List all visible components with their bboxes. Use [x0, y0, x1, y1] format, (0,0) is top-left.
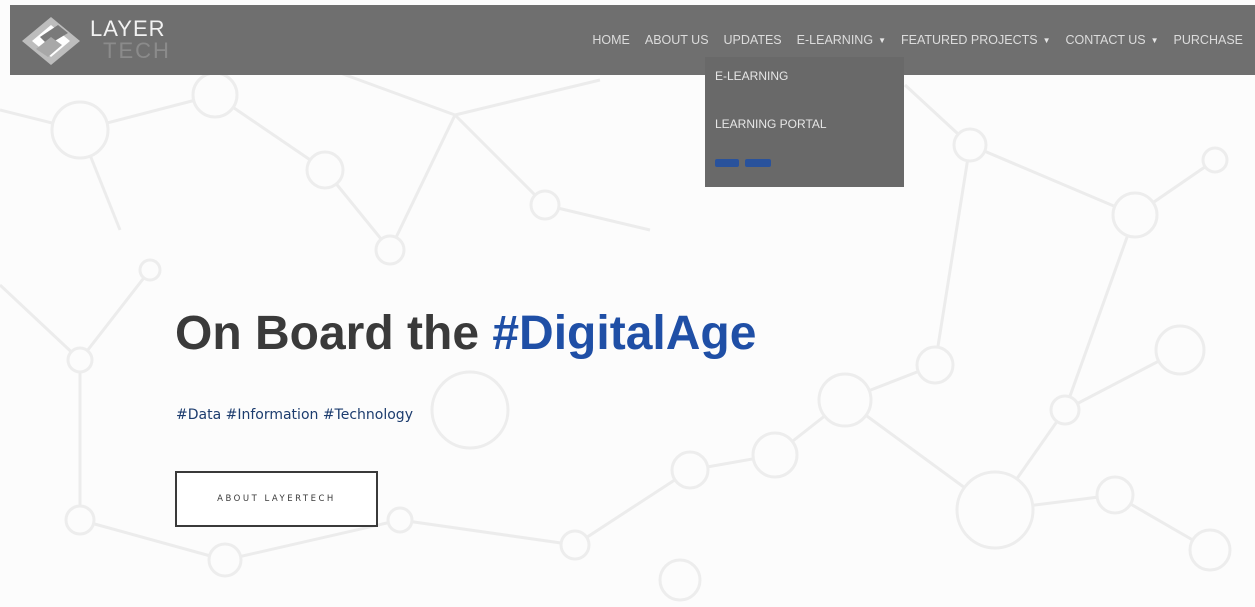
nav-item-label: UPDATES [723, 33, 782, 47]
nav-item-about-us[interactable]: ABOUT US [645, 33, 709, 47]
nav-item-label: CONTACT US [1065, 33, 1146, 47]
nav-item-featured-projects[interactable]: FEATURED PROJECTS ▼ [901, 33, 1051, 47]
nav-item-updates[interactable]: UPDATES [724, 33, 782, 47]
hero-subtitle: #Data #Information #Technology [176, 407, 413, 423]
nav-item-label: E-LEARNING [796, 33, 874, 47]
nav-item-label: FEATURED PROJECTS [900, 33, 1038, 47]
nav-item-label: PURCHASE [1173, 33, 1243, 47]
e-learning-dropdown: E-LEARNING LEARNING PORTAL [705, 57, 904, 187]
caret-down-icon: ▼ [878, 35, 886, 45]
nav-item-purchase[interactable]: PURCHASE [1174, 33, 1243, 47]
logo[interactable]: LAYER TECH [18, 11, 188, 71]
hero-title-main: On Board the [175, 307, 480, 360]
dropdown-item-e-learning[interactable]: E-LEARNING [715, 69, 788, 83]
logo-text-bottom: TECH [103, 38, 171, 63]
nav-item-contact-us[interactable]: CONTACT US ▼ [1066, 33, 1159, 47]
page: LAYER TECH HOME ABOUT US UPDATES E-LEARN… [0, 0, 1255, 607]
caret-down-icon: ▼ [1042, 35, 1051, 45]
caret-down-icon: ▼ [1150, 35, 1159, 45]
layer-logo-icon [22, 17, 80, 65]
nav-item-label: HOME [592, 33, 630, 47]
cta-label: ABOUT LAYERTECH [217, 494, 336, 504]
nav-item-e-learning[interactable]: E-LEARNING ▼ [797, 33, 886, 47]
nav-item-label: ABOUT US [644, 33, 709, 47]
top-navbar: LAYER TECH HOME ABOUT US UPDATES E-LEARN… [10, 5, 1255, 75]
hero-title: On Board the #DigitalAge [175, 306, 756, 361]
main-menu: HOME ABOUT US UPDATES E-LEARNING ▼ FEATU… [577, 5, 1243, 75]
hero-title-accent: #DigitalAge [492, 307, 757, 360]
nav-item-home[interactable]: HOME [592, 33, 630, 47]
dropdown-item-learning-portal[interactable]: LEARNING PORTAL [715, 117, 827, 131]
about-layertech-button[interactable]: ABOUT LAYERTECH [175, 471, 378, 527]
dropdown-item-highlighted[interactable] [715, 156, 785, 170]
